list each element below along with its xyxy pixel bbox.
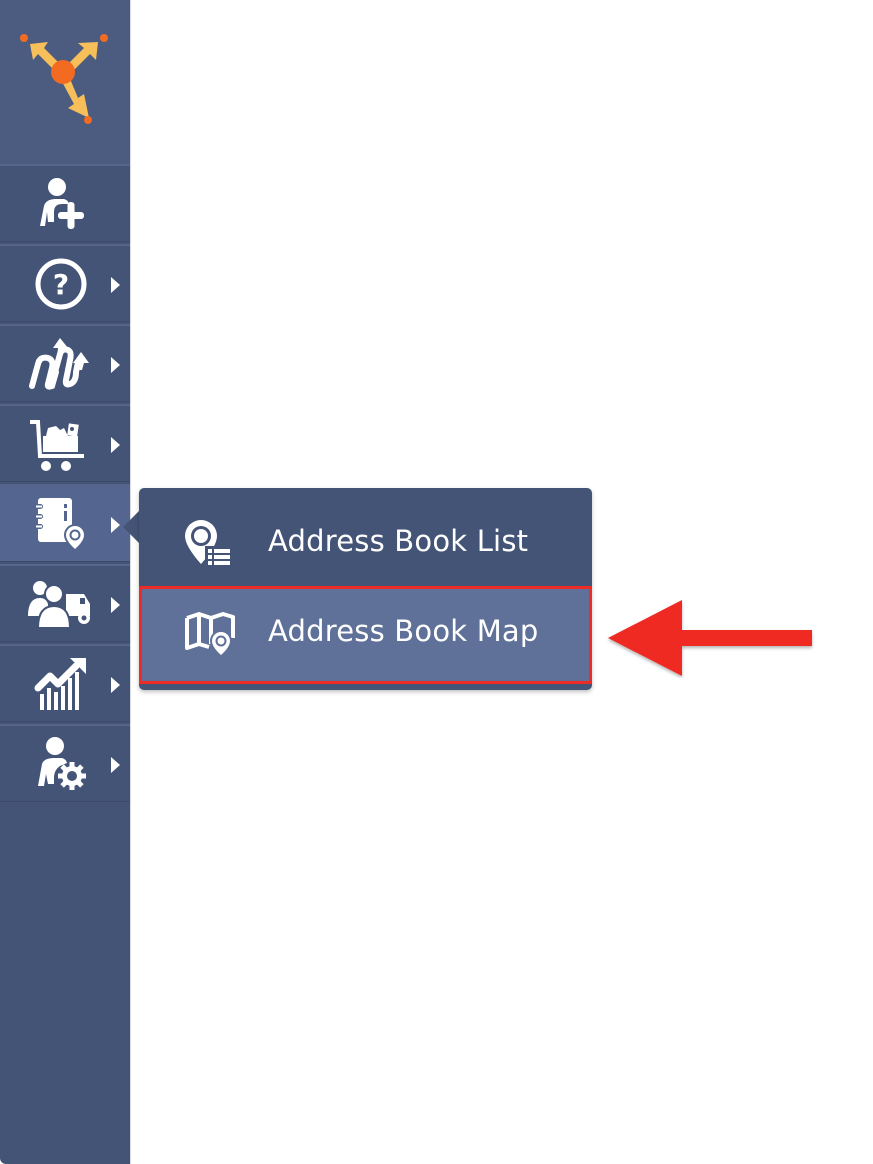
sidebar-item-account-settings[interactable] <box>0 724 130 802</box>
team-vehicle-icon <box>28 581 90 629</box>
pin-list-icon <box>185 520 233 568</box>
address-book-submenu: Address Book List Address Book Map <box>139 488 592 690</box>
sidebar: ? <box>0 0 131 1164</box>
chevron-right-icon <box>111 597 120 613</box>
user-gear-icon <box>38 737 86 790</box>
address-book-pin-icon <box>35 498 86 552</box>
map-pin-icon <box>185 612 235 658</box>
growth-chart-icon <box>34 658 86 710</box>
chevron-right-icon <box>111 517 120 533</box>
chevron-right-icon <box>111 357 120 373</box>
chevron-right-icon <box>111 277 120 293</box>
chevron-right-icon <box>111 437 120 453</box>
sidebar-item-analytics[interactable] <box>0 644 130 722</box>
annotation-arrow-icon <box>608 600 812 676</box>
sidebar-item-address-book[interactable] <box>0 484 130 562</box>
menu-item-label: Address Book Map <box>268 614 539 648</box>
chevron-right-icon <box>111 677 120 693</box>
chevron-right-icon <box>111 757 120 773</box>
sidebar-item-orders[interactable] <box>0 404 130 482</box>
svg-text:?: ? <box>53 268 69 301</box>
sidebar-item-add-user[interactable] <box>0 164 130 242</box>
route-branch-logo-icon <box>20 34 108 124</box>
user-plus-icon <box>40 178 84 229</box>
shopping-cart-icon <box>30 420 84 471</box>
routes-arrows-icon <box>29 338 89 390</box>
menu-item-address-book-map[interactable]: Address Book Map <box>139 586 592 684</box>
sidebar-item-help[interactable]: ? <box>0 244 130 322</box>
menu-item-address-book-list[interactable]: Address Book List <box>139 496 592 588</box>
logo[interactable] <box>0 0 130 166</box>
sidebar-item-team-vehicles[interactable] <box>0 564 130 642</box>
question-circle-icon: ? <box>35 258 87 310</box>
sidebar-item-routes[interactable] <box>0 324 130 402</box>
menu-item-label: Address Book List <box>268 524 529 558</box>
